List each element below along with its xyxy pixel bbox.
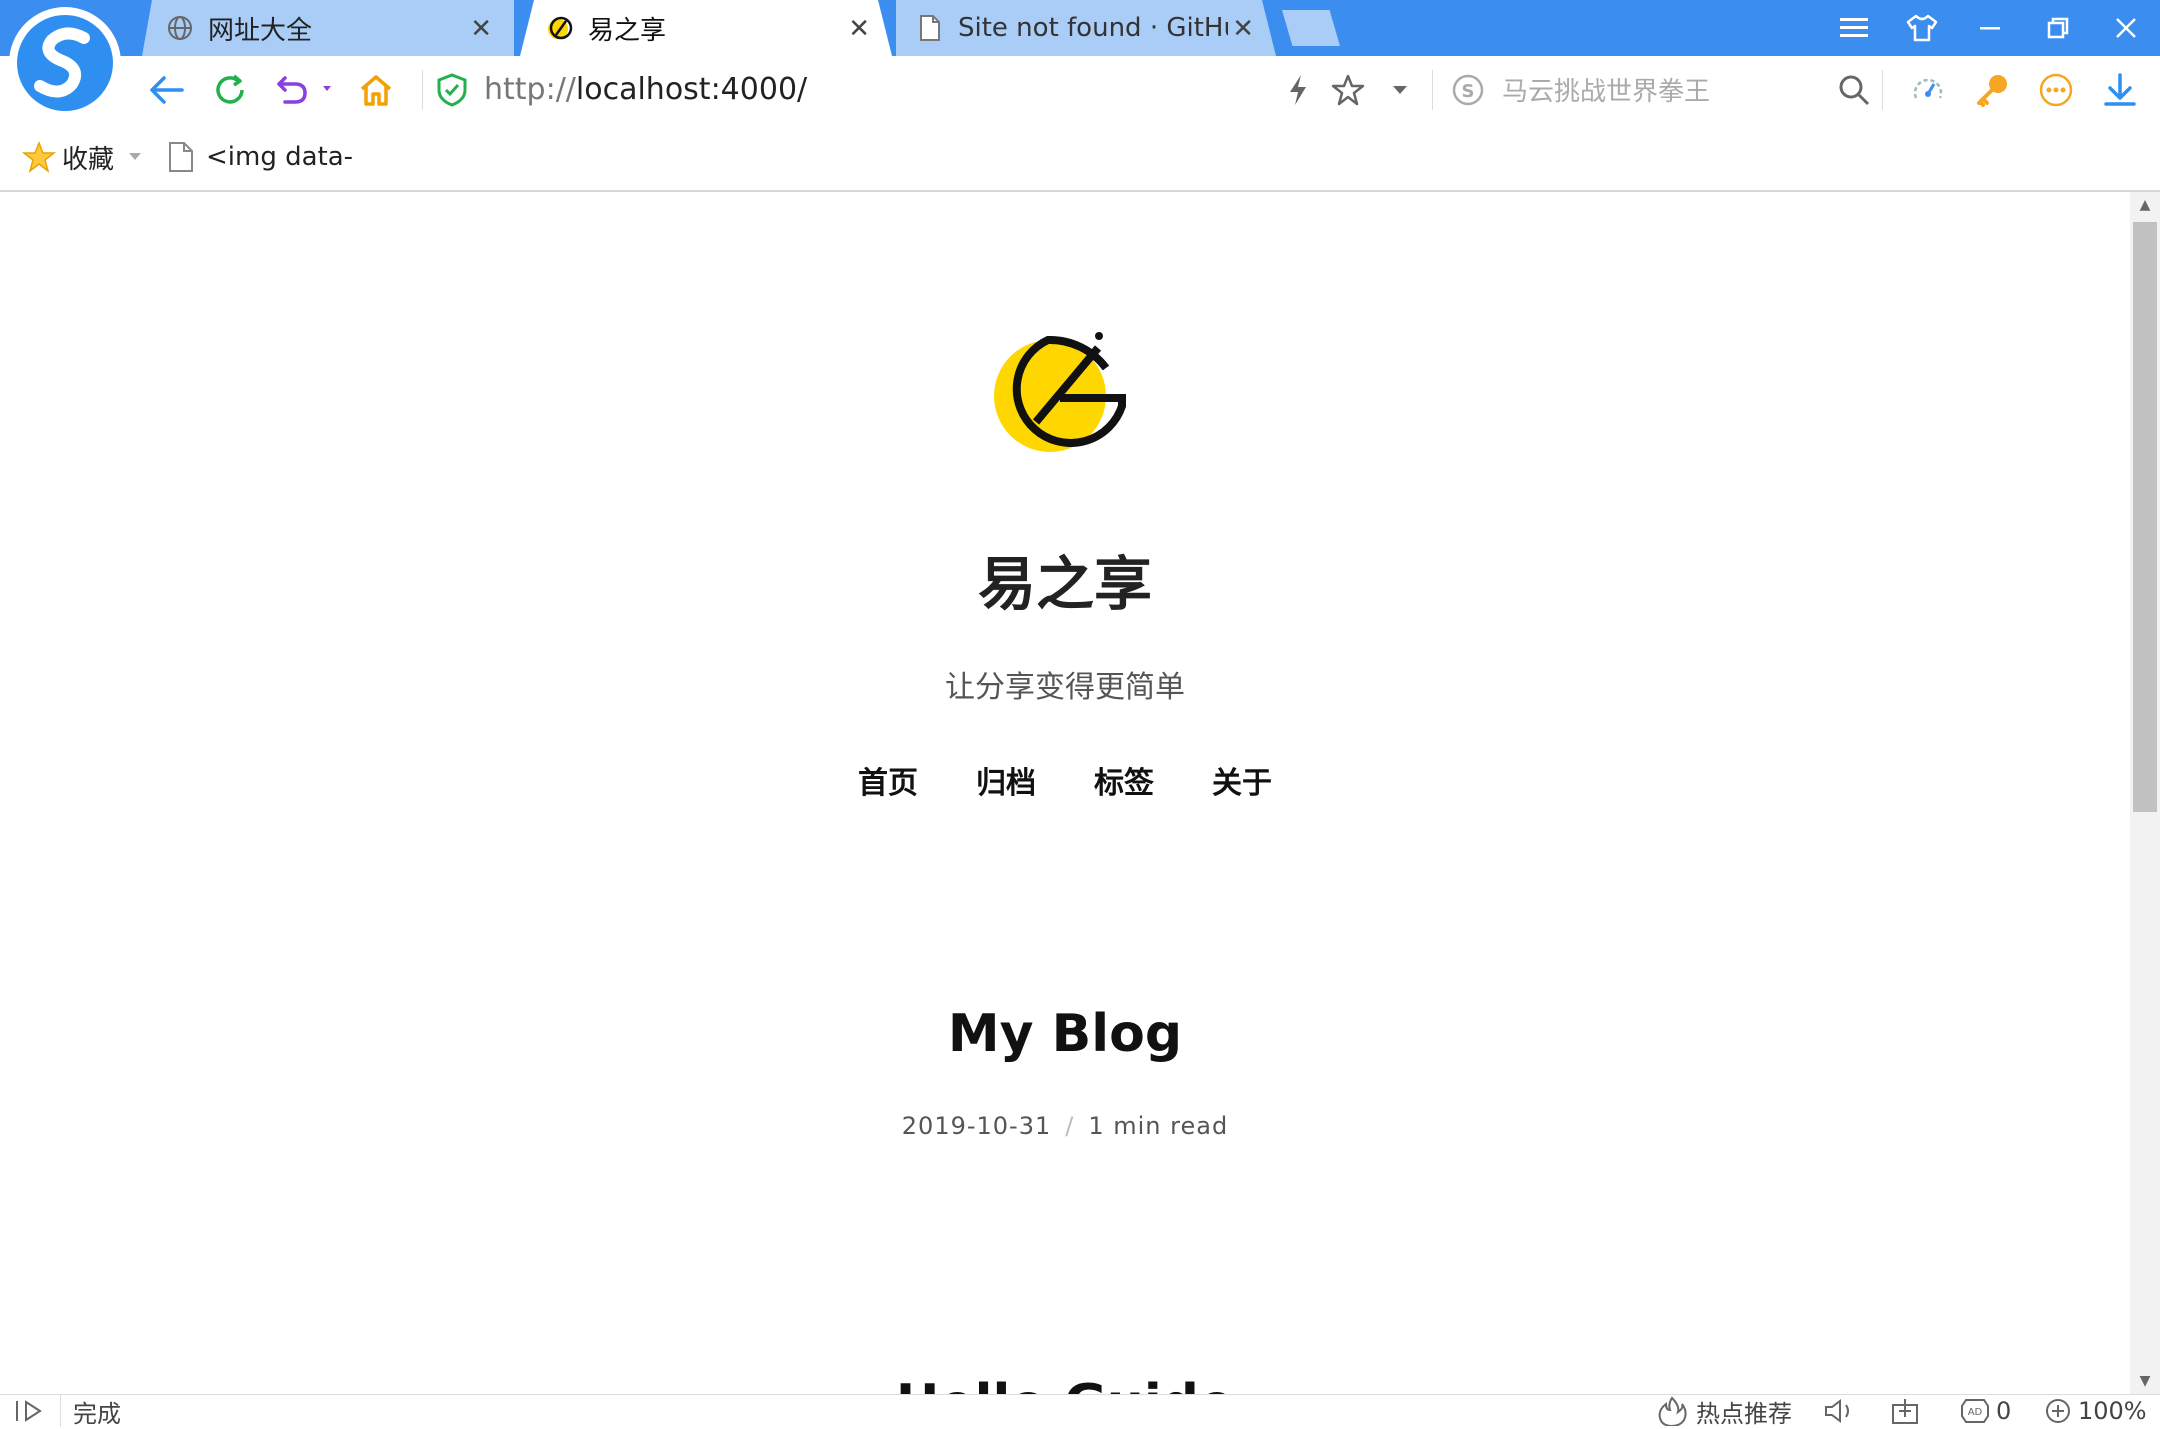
- close-window-icon[interactable]: [2092, 0, 2160, 56]
- menu-icon[interactable]: [1820, 0, 1888, 56]
- scroll-down-icon[interactable]: ▼: [2130, 1368, 2160, 1394]
- adblock-count: 0: [1996, 1397, 2012, 1425]
- divider: [1882, 70, 1883, 110]
- svg-text:AD: AD: [1968, 1407, 1983, 1418]
- divider: [422, 70, 423, 110]
- new-tab-button[interactable]: [1282, 10, 1340, 46]
- scroll-up-icon[interactable]: ▲: [2130, 192, 2160, 218]
- divider: [1432, 70, 1433, 110]
- address-bar[interactable]: http://localhost:4000/: [484, 70, 807, 110]
- site-title: 易之享: [977, 550, 1152, 618]
- skin-icon[interactable]: [1888, 0, 1956, 56]
- star-icon: [22, 141, 56, 173]
- chevron-down-icon: [129, 153, 142, 160]
- secure-shield-icon: [430, 68, 474, 112]
- tab-title: Site not found · GitHub: [958, 13, 1228, 43]
- nav-archive[interactable]: 归档: [976, 758, 1036, 802]
- bookmark-bar: 收藏 <img data-: [0, 124, 2160, 192]
- hot-news[interactable]: 热点推荐: [1656, 1395, 1792, 1428]
- svg-text:S: S: [1462, 81, 1475, 102]
- site-logo[interactable]: [978, 312, 1148, 472]
- reload-button[interactable]: [208, 68, 252, 112]
- bookmark-item[interactable]: <img data-: [168, 138, 353, 176]
- speedup-icon[interactable]: [1906, 68, 1950, 112]
- tab-title: 易之享: [588, 15, 667, 46]
- home-button[interactable]: [354, 68, 398, 112]
- post-meta: 2019-10-31 / 1 min read: [0, 1112, 2130, 1140]
- minimize-icon[interactable]: [1956, 0, 2024, 56]
- adblock-indicator[interactable]: AD 0: [1960, 1395, 2011, 1427]
- tab-strip: 网址大全 ✕ 易之享 ✕ Site not found · GitHub ✕: [0, 0, 2160, 56]
- scrollbar-thumb[interactable]: [2133, 222, 2157, 812]
- nav-about[interactable]: 关于: [1212, 758, 1272, 802]
- globe-icon: [166, 14, 194, 42]
- page-icon: [169, 142, 193, 172]
- close-tab-icon[interactable]: ✕: [470, 14, 492, 44]
- key-icon[interactable]: [1970, 68, 2014, 112]
- page-viewport: 易之享 让分享变得更简单 首页 归档 标签 关于 My Blog 2019-10…: [0, 192, 2130, 1394]
- chevron-down-icon[interactable]: [1378, 68, 1422, 112]
- nav-tags[interactable]: 标签: [1094, 758, 1154, 802]
- close-tab-icon[interactable]: ✕: [848, 14, 870, 44]
- favorites-label: 收藏: [62, 144, 115, 175]
- site-nav: 首页 归档 标签 关于: [0, 758, 2130, 802]
- post-title[interactable]: My Blog: [0, 1004, 2130, 1064]
- site-logo-icon: [546, 14, 574, 42]
- hot-label: 热点推荐: [1696, 1399, 1792, 1428]
- post-title[interactable]: Hello Guide: [0, 1374, 2130, 1394]
- sidebar-toggle-icon[interactable]: [14, 1395, 48, 1427]
- favorites-menu[interactable]: 收藏: [22, 138, 142, 176]
- address-toolbar: http://localhost:4000/ S 马云挑战世界拳王: [0, 56, 2160, 125]
- search-icon[interactable]: [1832, 68, 1876, 112]
- undo-close-button[interactable]: [270, 68, 340, 112]
- screenshot-icon[interactable]: [1890, 1395, 1920, 1427]
- flame-icon: [1658, 1396, 1687, 1426]
- post-date: 2019-10-31: [901, 1112, 1052, 1140]
- status-text: 完成: [60, 1395, 121, 1428]
- post-read-time: 1 min read: [1088, 1112, 1229, 1140]
- tab-active-site[interactable]: 易之享 ✕: [520, 0, 892, 56]
- zoom-level: 100%: [2078, 1397, 2147, 1425]
- lightning-icon[interactable]: [1276, 68, 1320, 112]
- sogou-search-engine-icon[interactable]: S: [1446, 68, 1490, 112]
- sound-icon[interactable]: [1822, 1395, 1858, 1427]
- page-icon: [916, 14, 944, 42]
- adblock-icon: AD: [1961, 1399, 1989, 1423]
- tab-title: 网址大全: [208, 15, 313, 46]
- browser-logo[interactable]: [6, 4, 124, 122]
- zoom-plus-icon: [2046, 1399, 2070, 1423]
- tab-nav-directory[interactable]: 网址大全 ✕: [142, 0, 514, 56]
- url-host: localhost:4000/: [575, 72, 808, 107]
- meta-separator: /: [1065, 1112, 1075, 1140]
- site-subtitle: 让分享变得更简单: [945, 670, 1185, 705]
- bookmark-label: <img data-: [206, 142, 354, 172]
- status-bar: 完成 热点推荐 AD 0 100%: [0, 1394, 2160, 1428]
- nav-home[interactable]: 首页: [858, 758, 918, 802]
- back-button[interactable]: [144, 68, 188, 112]
- vertical-scrollbar[interactable]: ▲ ▼: [2130, 192, 2160, 1394]
- zoom-control[interactable]: 100%: [2044, 1395, 2147, 1427]
- url-scheme: http://: [484, 72, 576, 107]
- tab-site-not-found[interactable]: Site not found · GitHub ✕: [896, 0, 1276, 56]
- bookmark-star-icon[interactable]: [1326, 68, 1370, 112]
- more-options-icon[interactable]: [2034, 68, 2078, 112]
- close-tab-icon[interactable]: ✕: [1232, 14, 1254, 44]
- restore-icon[interactable]: [2024, 0, 2092, 56]
- search-input[interactable]: 马云挑战世界拳王: [1502, 74, 1710, 110]
- download-icon[interactable]: [2098, 68, 2142, 112]
